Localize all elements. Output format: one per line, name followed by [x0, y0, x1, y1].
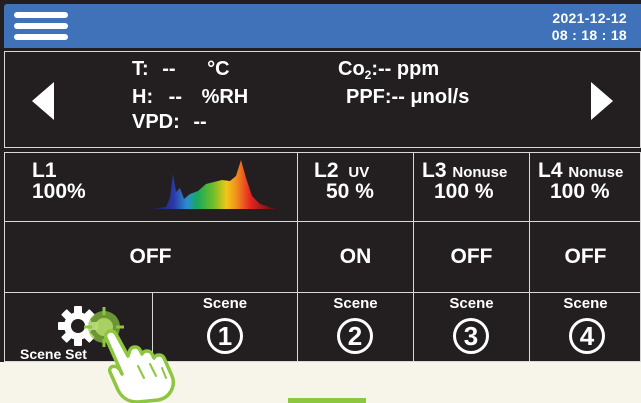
temperature-label: T:	[132, 58, 149, 80]
l2-toggle-button[interactable]: ON	[298, 246, 413, 268]
vpd-value: --	[193, 111, 207, 133]
light-name: L1	[32, 159, 57, 182]
vpd-label: VPD:	[132, 111, 180, 133]
scene-number: 1	[207, 318, 243, 354]
datetime: 2021-12-12 08 : 18 : 18	[552, 10, 627, 44]
arrow-left-icon[interactable]	[32, 82, 54, 120]
co2-value: :-- ppm	[371, 58, 440, 80]
ppf-value: PPF:-- μnol/s	[346, 86, 470, 108]
light-name: L2	[314, 159, 339, 182]
hamburger-menu-icon[interactable]	[14, 12, 68, 48]
temperature-unit: °C	[207, 58, 230, 80]
scene-number: 2	[337, 318, 373, 354]
humidity-label: H:	[132, 86, 154, 108]
vpd-readout: VPD: --	[132, 111, 207, 133]
temperature-readout: T: -- °C	[132, 58, 230, 80]
l4-toggle-button[interactable]: OFF	[530, 246, 641, 268]
arrow-right-icon[interactable]	[591, 82, 613, 120]
co2-readout: Co2:-- ppm	[338, 58, 439, 86]
humidity-unit: %RH	[201, 86, 249, 108]
scene-label: Scene	[202, 295, 248, 312]
sensor-readout-area	[4, 51, 641, 148]
scene-label: Scene	[563, 295, 608, 312]
light-name: L3	[422, 159, 447, 182]
time-text: 08 : 18 : 18	[551, 27, 627, 43]
light-tag: Nonuse	[568, 164, 624, 181]
light-percent: 100%	[32, 180, 86, 203]
l3-toggle-button[interactable]: OFF	[414, 246, 529, 268]
l1-toggle-button[interactable]: OFF	[4, 246, 297, 268]
scene-label: Scene	[449, 295, 494, 312]
humidity-readout: H: -- %RH	[132, 86, 248, 108]
humidity-value: --	[168, 86, 182, 108]
light-percent: 100 %	[434, 180, 494, 203]
grid-divider	[4, 292, 641, 293]
bottom-indicator	[288, 398, 366, 403]
date-text: 2021-12-12	[552, 10, 627, 26]
light-name: L4	[538, 159, 563, 182]
light-tag: Nonuse	[452, 164, 508, 181]
top-bar: 2021-12-12 08 : 18 : 18	[4, 4, 641, 48]
spectrum-graph-icon	[150, 160, 282, 209]
light-percent: 50 %	[326, 180, 374, 203]
light-tag: UV	[348, 164, 370, 181]
temperature-value: --	[162, 58, 176, 80]
scene-label: Scene	[333, 295, 378, 312]
pointing-hand-icon	[103, 329, 175, 403]
co2-label: Co	[338, 58, 365, 80]
scene-number: 3	[453, 318, 489, 354]
ppf-readout: PPF:-- μnol/s	[346, 86, 469, 108]
scene-number: 4	[569, 318, 605, 354]
grid-divider	[4, 221, 641, 222]
light-percent: 100 %	[550, 180, 610, 203]
